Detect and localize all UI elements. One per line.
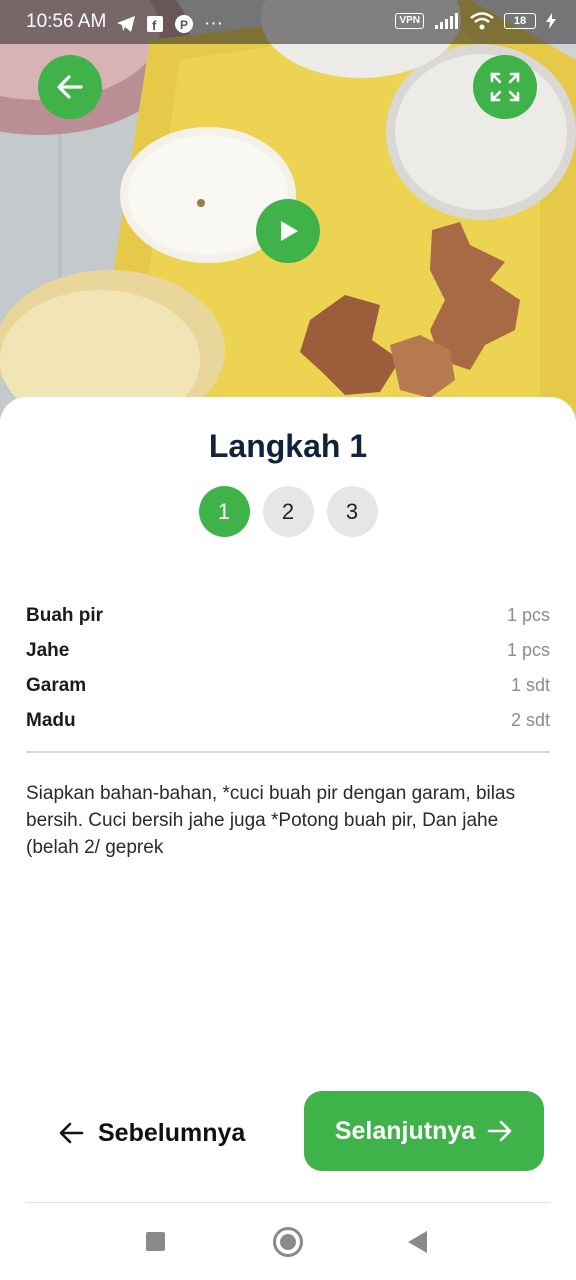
ingredient-row: Garam 1 sdt	[26, 668, 550, 703]
previous-step-label: Sebelumnya	[98, 1118, 246, 1147]
ingredient-name: Buah pir	[26, 604, 104, 626]
step-3-button[interactable]: 3	[326, 486, 378, 537]
android-navigation-bar	[0, 1216, 576, 1268]
step-2-button[interactable]: 2	[262, 486, 314, 537]
section-divider	[26, 751, 550, 753]
recipe-step-image: 10:56 AM f P ··· VPN 18	[0, 0, 576, 420]
signal-icon	[435, 13, 458, 29]
home-icon[interactable]	[273, 1227, 303, 1257]
ingredient-name: Garam	[26, 674, 87, 696]
ingredient-row: Jahe 1 pcs	[26, 633, 550, 668]
next-step-button[interactable]: Selanjutnya	[304, 1091, 544, 1171]
ingredient-qty: 1 pcs	[506, 640, 550, 660]
play-icon	[281, 221, 298, 241]
wifi-icon	[470, 12, 494, 30]
ingredient-row: Madu 2 sdt	[26, 703, 550, 738]
fullscreen-button[interactable]	[473, 55, 537, 119]
fullscreen-icon	[490, 72, 520, 102]
step-indicator: 1 2 3	[0, 486, 576, 537]
status-time: 10:56 AM	[26, 11, 107, 32]
facebook-icon: f	[147, 16, 163, 33]
step-description: Siapkan bahan-bahan, *cuci buah pir deng…	[26, 783, 516, 858]
svg-text:f: f	[152, 18, 157, 33]
system-back-icon[interactable]	[408, 1231, 427, 1253]
step-1-button[interactable]: 1	[198, 486, 250, 537]
status-bar: 10:56 AM f P ··· VPN 18	[0, 0, 576, 44]
vpn-badge: VPN	[395, 13, 424, 29]
svg-text:P: P	[180, 18, 188, 32]
step-title: Langkah 1	[208, 428, 368, 464]
ingredient-qty: 1 sdt	[510, 675, 550, 695]
navbar-divider	[26, 1202, 550, 1203]
play-video-button[interactable]	[256, 199, 320, 263]
recents-icon[interactable]	[146, 1232, 165, 1251]
ingredient-qty: 2 sdt	[510, 710, 550, 730]
ingredient-row: Buah pir 1 pcs	[26, 598, 550, 633]
system-status: VPN 18	[395, 12, 556, 30]
next-step-label: Selanjutnya	[334, 1116, 476, 1145]
notification-icons: f P ···	[116, 13, 223, 35]
ingredient-name: Madu	[26, 709, 76, 731]
ingredient-name: Jahe	[26, 639, 70, 661]
battery-icon: 18	[504, 13, 536, 29]
previous-step-button[interactable]: Sebelumnya	[58, 1110, 245, 1156]
arrow-left-icon	[59, 1122, 84, 1144]
back-button[interactable]	[38, 55, 102, 119]
telegram-icon	[117, 16, 135, 32]
more-notifications-icon: ···	[204, 13, 223, 34]
ingredient-qty: 1 pcs	[506, 605, 550, 625]
app-icon: P	[175, 15, 193, 33]
ingredient-list: Buah pir 1 pcs Jahe 1 pcs Garam 1 sdt Ma…	[26, 598, 550, 738]
charging-icon	[546, 13, 556, 29]
arrow-left-icon	[57, 75, 83, 99]
arrow-right-icon	[487, 1120, 512, 1142]
